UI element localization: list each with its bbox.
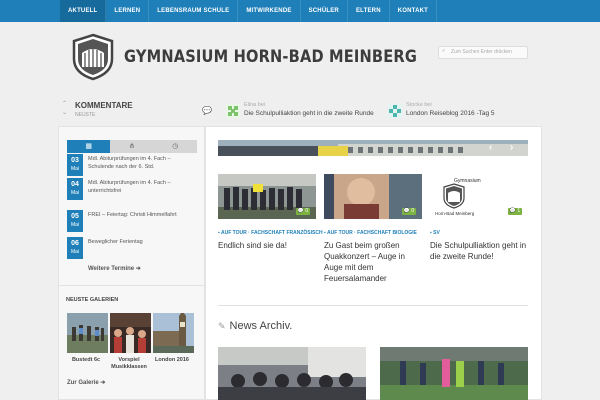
article-category-label[interactable]: AUF TOUR · FACHSCHAFT FRANZÖSISCH — [221, 230, 323, 236]
comment-count-badge[interactable]: 💬 0 — [402, 208, 416, 215]
event-date: 05 Mai — [67, 210, 83, 232]
avatar — [388, 104, 402, 118]
gallery-thumbnail[interactable] — [110, 313, 151, 353]
article-category[interactable]: ▪ SV — [430, 230, 440, 236]
archive-article-image[interactable] — [380, 347, 528, 400]
nav-item-mitwirkende[interactable]: Mitwirkende — [238, 0, 301, 22]
chevron-up-icon[interactable]: ⌃ — [62, 100, 71, 109]
speech-bubble-icon: 💬 — [202, 106, 212, 115]
archive-heading: ✎ News Archiv. — [218, 320, 292, 332]
event-item[interactable]: 06 Mai Beweglicher Ferientag — [67, 237, 197, 259]
event-item[interactable]: 03 Mai Mdl. Abiturprüfungen im 4. Fach –… — [67, 154, 197, 176]
event-date: 03 Mai — [67, 154, 83, 176]
comment-item[interactable]: Elina bei Die Schulpulliaktion geht in d… — [226, 102, 376, 122]
section-divider — [218, 305, 528, 306]
pencil-icon: ✎ — [218, 321, 226, 331]
event-text[interactable]: Beweglicher Ferientag — [88, 239, 196, 247]
event-day: 06 — [71, 240, 79, 247]
nav-item-kontakt[interactable]: Kontakt — [390, 0, 438, 22]
search-icon: ⌕ — [442, 48, 446, 54]
search-input[interactable]: Zum Suchen Enter drücken — [438, 46, 528, 59]
sidebar-tabs: ▦ ⋔ ◷ — [67, 140, 197, 153]
event-month: Mai — [70, 222, 80, 228]
sidebar-divider — [58, 285, 205, 286]
event-text[interactable]: Mdl. Abiturprüfungen im 4. Fach – Schule… — [88, 156, 196, 171]
chevron-right-icon[interactable]: › — [510, 143, 513, 153]
logo-text-line1: Gymnasium — [454, 178, 481, 184]
comment-link[interactable]: Die Schulpulliaktion geht in die zweite … — [244, 110, 374, 117]
event-month: Mai — [70, 249, 80, 255]
galleries-title: NEUSTE GALERIEN — [66, 297, 119, 303]
event-month: Mai — [70, 166, 80, 172]
event-item[interactable]: 04 Mai Mdl. Abiturprüfungen im 4. Fach –… — [67, 178, 197, 200]
chevron-down-icon[interactable]: ⌄ — [62, 109, 71, 118]
gallery-caption[interactable]: London 2016 — [150, 357, 194, 364]
clock-icon[interactable]: ◷ — [153, 140, 197, 153]
article-category-label[interactable]: AUF TOUR · FACHSCHAFT BIOLOGIE — [327, 230, 417, 236]
article-category[interactable]: ▪ AUF TOUR · FACHSCHAFT FRANZÖSISCH — [218, 230, 323, 236]
comments-nav-arrows[interactable]: ⌃ ⌄ — [62, 100, 71, 118]
calendar-icon[interactable]: ▦ — [67, 140, 111, 153]
gallery-caption[interactable]: Bustedt 6c — [64, 357, 108, 364]
comment-author: Elina bei — [244, 102, 266, 108]
gallery-caption[interactable]: Vorspiel Musikklassen — [107, 357, 151, 371]
school-logo[interactable] — [70, 33, 116, 81]
avatar — [226, 104, 240, 118]
event-day: 04 — [71, 181, 79, 188]
logo-text-line2: Horn-Bad Meinberg — [435, 211, 475, 216]
chevron-left-icon[interactable]: ‹ — [489, 143, 492, 153]
nav-item-lebensraum-schule[interactable]: Lebensraum Schule — [149, 0, 239, 22]
comments-title: KOMMENTARE — [75, 101, 133, 110]
nav-item-lernen[interactable]: Lernen — [106, 0, 150, 22]
comment-count-badge[interactable]: 💬 0 — [296, 208, 310, 215]
event-day: 03 — [71, 157, 79, 164]
article-category[interactable]: ▪ AUF TOUR · FACHSCHAFT BIOLOGIE — [324, 230, 417, 236]
comment-author: Stocke bei — [406, 102, 432, 108]
gallery-thumbnail[interactable] — [153, 313, 194, 353]
site-title[interactable]: GYMNASIUM HORN-BAD MEINBERG — [124, 47, 417, 67]
article-category-label[interactable]: SV — [433, 230, 440, 236]
archive-article-image[interactable] — [218, 347, 366, 400]
comment-link[interactable]: London Reiseblog 2016 -Tag 5 — [406, 110, 536, 117]
top-navigation: Aktuell Lernen Lebensraum Schule Mitwirk… — [0, 0, 600, 22]
event-text[interactable]: Mdl. Abiturprüfungen im 4. Fach – unterr… — [88, 180, 196, 195]
cutlery-icon[interactable]: ⋔ — [110, 140, 154, 153]
featured-slider-image[interactable] — [218, 140, 528, 156]
comment-item[interactable]: Stocke bei London Reiseblog 2016 -Tag 5 — [388, 102, 538, 122]
comment-count-badge[interactable]: 💬 1 — [508, 208, 522, 215]
event-month: Mai — [70, 190, 80, 196]
gallery-thumbnail[interactable] — [67, 313, 108, 353]
comments-widget-header: ⌃ ⌄ KOMMENTARE NEUSTE — [60, 99, 205, 121]
event-date: 06 Mai — [67, 237, 83, 259]
article-title[interactable]: Die Schulpulliaktion geht in die zweite … — [430, 240, 530, 262]
event-date: 04 Mai — [67, 178, 83, 200]
event-text[interactable]: FREI – Feiertag: Christi Himmelfahrt — [88, 212, 196, 220]
nav-item-schueler[interactable]: Schüler — [301, 0, 348, 22]
article-title[interactable]: Endlich sind sie da! — [218, 240, 318, 251]
article-title[interactable]: Zu Gast beim großen Quakkonzert – Auge i… — [324, 240, 424, 284]
nav-item-eltern[interactable]: Eltern — [348, 0, 390, 22]
comments-subtitle: NEUSTE — [75, 112, 96, 118]
event-item[interactable]: 05 Mai FREI – Feiertag: Christi Himmelfa… — [67, 210, 197, 232]
event-day: 05 — [71, 213, 79, 220]
more-events-link[interactable]: Weitere Termine ➔ — [88, 265, 141, 272]
gallery-link[interactable]: Zur Galerie ➔ — [67, 379, 105, 386]
archive-title: News Archiv. — [229, 320, 293, 332]
nav-item-aktuell[interactable]: Aktuell — [60, 0, 107, 22]
